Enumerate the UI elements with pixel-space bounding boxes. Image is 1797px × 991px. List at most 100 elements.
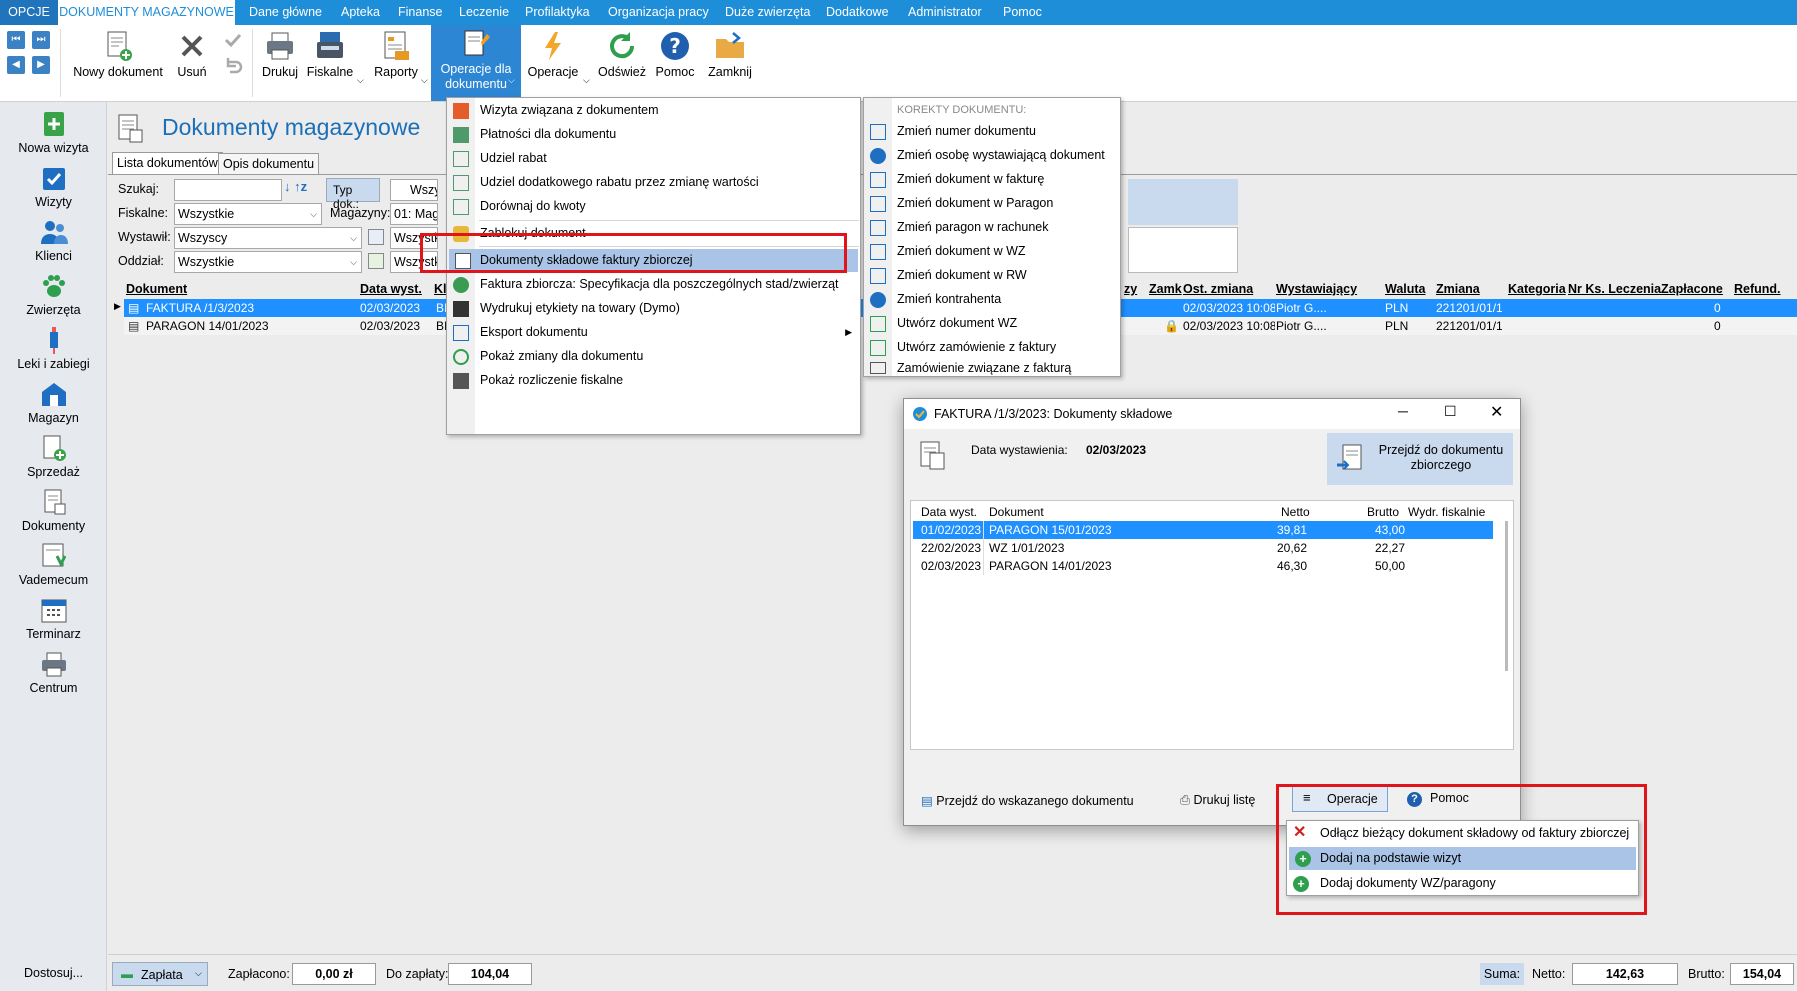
table-row[interactable]: 22/02/2023 WZ 1/01/2023 20,62 22,27 (913, 539, 1493, 557)
menu-item-round-to-amount[interactable]: Dorównaj do kwoty (447, 195, 860, 218)
col-wystawiajacy[interactable]: Wystawiający (1276, 282, 1357, 296)
new-document-button[interactable]: Nowy dokument (70, 25, 166, 101)
delete-button[interactable]: Usuń (170, 25, 214, 101)
col-nr-ks-leczenia[interactable]: Nr Ks. Leczenia (1568, 282, 1661, 296)
sort-arrows-icon[interactable]: ↓ ↑z (284, 179, 322, 201)
warehouse-combo[interactable]: 01: Magaz (390, 203, 438, 225)
menu-dane-glowne[interactable]: Dane główne (249, 0, 322, 25)
menu-item-export-document[interactable]: Eksport dokumentu ▶ (447, 321, 860, 344)
reports-button[interactable]: Raporty (370, 25, 422, 101)
sidebar-item-leki-i-zabiegi[interactable]: Leki i zabiegi (0, 326, 107, 371)
sidebar-item-sprzedaz[interactable]: Sprzedaż (0, 434, 107, 479)
menu-item-change-contractor[interactable]: Zmień kontrahenta (864, 288, 1120, 311)
maximize-icon[interactable]: ☐ (1444, 403, 1457, 420)
fiscal-button[interactable]: Fiskalne (305, 25, 355, 101)
menu-item-lock-document[interactable]: Zablokuj dokument (447, 222, 860, 245)
menu-item-to-invoice[interactable]: Zmień dokument w fakturę (864, 168, 1120, 191)
col-gross[interactable]: Brutto (1367, 505, 1399, 519)
col-dokument[interactable]: Dokument (126, 282, 187, 296)
sidebar-item-wizyty[interactable]: Wizyty (0, 164, 107, 209)
menu-duze-zwierzeta[interactable]: Duże zwierzęta (725, 0, 810, 25)
print-list-button[interactable]: ⎙ Drukuj listę (1180, 793, 1255, 808)
undo-icon[interactable] (222, 54, 244, 76)
sidebar-item-terminarz[interactable]: Terminarz (0, 596, 107, 641)
menu-profilaktyka[interactable]: Profilaktyka (525, 0, 590, 25)
minimize-icon[interactable]: ─ (1398, 403, 1408, 419)
sidebar-item-dokumenty[interactable]: Dokumenty (0, 488, 107, 533)
help-button[interactable]: ? Pomoc (652, 25, 698, 101)
col-zaplacone[interactable]: Zapłacone (1661, 282, 1723, 296)
sidebar-item-centrum[interactable]: Centrum (0, 650, 107, 695)
close-icon[interactable]: ✕ (1490, 402, 1503, 422)
menu-item-discount[interactable]: Udziel rabat (447, 147, 860, 170)
close-button[interactable]: Zamknij (703, 25, 757, 101)
goto-selected-button[interactable]: ▤ Przejdź do wskazanego dokumentu (921, 793, 1134, 808)
sidebar-item-vademecum[interactable]: Vademecum (0, 542, 107, 587)
menu-dodatkowe[interactable]: Dodatkowe (826, 0, 889, 25)
menu-pomoc[interactable]: Pomoc (1003, 0, 1042, 25)
sidebar-item-klienci[interactable]: Klienci (0, 218, 107, 263)
next-record-button[interactable]: ▶ (32, 56, 50, 74)
menu-item-detach-component[interactable]: ✕ Odłącz bieżący dokument składowy od fak… (1287, 822, 1638, 845)
grid-scrollbar[interactable] (1505, 521, 1508, 671)
sidebar-item-zwierzeta[interactable]: Zwierzęta (0, 272, 107, 317)
col-ost-zmiana[interactable]: Ost. zmiana (1183, 282, 1253, 296)
col-waluta[interactable]: Waluta (1385, 282, 1426, 296)
sidebar-item-magazyn[interactable]: Magazyn (0, 380, 107, 425)
sidebar-customize[interactable]: Dostosuj... (0, 966, 107, 980)
first-record-button[interactable]: ⏮ (7, 31, 25, 49)
col-refund[interactable]: Refund. (1734, 282, 1781, 296)
goto-collective-button[interactable]: Przejdź do dokumentu zbiorczego (1327, 433, 1513, 485)
col-data-wyst[interactable]: Data wyst. (360, 282, 422, 296)
tab-opis-dokumentu[interactable]: Opis dokumentu (218, 153, 320, 175)
issued-combo[interactable]: Wszyscy ⌵ (174, 227, 362, 249)
col-zmiana[interactable]: Zmiana (1436, 282, 1480, 296)
issued-combo-2[interactable]: Wszystk (390, 227, 438, 249)
col-kategoria[interactable]: Kategoria (1508, 282, 1566, 296)
menu-item-payments[interactable]: Płatności dla dokumentu (447, 123, 860, 146)
table-row[interactable]: 01/02/2023 PARAGON 15/01/2023 39,81 43,0… (913, 521, 1493, 539)
prev-record-button[interactable]: ◀ (7, 56, 25, 74)
menu-item-create-wz[interactable]: Utwórz dokument WZ (864, 312, 1120, 335)
menu-item-show-changes[interactable]: Pokaż zmiany dla dokumentu (447, 345, 860, 368)
menu-item-visit[interactable]: Wizyta związana z dokumentem (447, 99, 860, 122)
refresh-button[interactable]: Odśwież (596, 25, 648, 101)
menu-item-print-labels[interactable]: Wydrukuj etykiety na towary (Dymo) (447, 297, 860, 320)
menu-item-to-rw[interactable]: Zmień dokument w RW (864, 264, 1120, 287)
document-operations-dropdown-arrow[interactable]: ⌵ (508, 75, 515, 86)
menu-item-change-issuer[interactable]: Zmień osobę wystawiającą dokument (864, 144, 1120, 167)
menu-leczenie[interactable]: Leczenie (459, 0, 509, 25)
dialog-operations-button[interactable]: ≡ Operacje (1292, 784, 1388, 812)
branch-extra-icon[interactable] (368, 253, 384, 269)
menu-item-create-order[interactable]: Utwórz zamówienie z faktury (864, 336, 1120, 359)
tab-lista-dokumentow[interactable]: Lista dokumentów (112, 152, 223, 174)
branch-combo[interactable]: Wszystkie ⌵ (174, 251, 362, 273)
pay-button[interactable]: ▬ Zapłata ⌵ (112, 962, 208, 986)
menu-item-show-fiscal-settlement[interactable]: Pokaż rozliczenie fiskalne (447, 369, 860, 392)
col-kl[interactable]: Kl (434, 282, 447, 296)
menu-administrator[interactable]: Administrator (908, 0, 982, 25)
dialog-help-button[interactable]: ? Pomoc (1407, 791, 1469, 807)
menu-dokumenty-magazynowe[interactable]: DOKUMENTY MAGAZYNOWE (58, 0, 235, 25)
menu-organizacja-pracy[interactable]: Organizacja pracy (608, 0, 709, 25)
last-record-button[interactable]: ⏭ (32, 31, 50, 49)
operations-button[interactable]: Operacje (525, 25, 581, 101)
menu-item-receipt-to-bill[interactable]: Zmień paragon w rachunek (864, 216, 1120, 239)
sidebar-item-nowa-wizyta[interactable]: Nowa wizyta (0, 110, 107, 155)
menu-apteka[interactable]: Apteka (341, 0, 380, 25)
document-operations-button[interactable]: Operacje dla dokumentu (431, 25, 521, 101)
col-net[interactable]: Netto (1281, 505, 1310, 519)
menu-item-related-order[interactable]: Zamówienie związane z fakturą (864, 360, 1120, 376)
menu-item-component-documents[interactable]: Dokumenty składowe faktury zbiorczej (449, 249, 858, 272)
search-input[interactable] (174, 179, 282, 201)
menu-item-change-number[interactable]: Zmień numer dokumentu (864, 120, 1120, 143)
menu-item-extra-discount[interactable]: Udziel dodatkowego rabatu przez zmianę w… (447, 171, 860, 194)
menu-item-add-wz-receipts[interactable]: + Dodaj dokumenty WZ/paragony (1287, 872, 1638, 895)
col-zamk[interactable]: Zamk (1149, 282, 1182, 296)
print-button[interactable]: Drukuj (258, 25, 302, 101)
check-icon[interactable] (222, 29, 244, 51)
fiscal-combo[interactable]: Wszystkie ⌵ (174, 203, 322, 225)
col-date[interactable]: Data wyst. (921, 505, 977, 519)
col-document[interactable]: Dokument (989, 505, 1044, 519)
col-fiscal[interactable]: Wydr. fiskalnie (1408, 505, 1485, 519)
